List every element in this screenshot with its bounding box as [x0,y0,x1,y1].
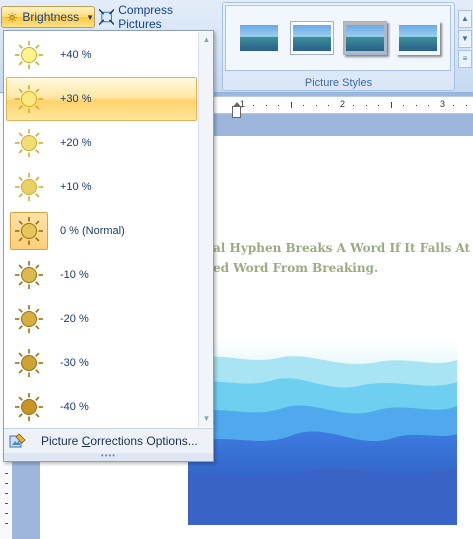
brightness-option[interactable]: 0 % (Normal) [6,209,197,253]
sun-icon-box [10,80,48,118]
gallery-scroll-buttons: ▲ ▼ ≡ [458,10,472,72]
sun-icon [15,305,43,333]
brightness-option-label: -20 % [60,313,89,325]
sun-icon [15,349,43,377]
sun-icon [15,217,43,245]
brightness-options-list: +40 % +30 % +20 % +10 % 0 % (Normal) -10 % -20… [4,31,197,427]
brightness-option[interactable]: -10 % [6,253,197,297]
ruler-number: 2 [340,99,346,109]
resize-grip-icon[interactable]: •••• [4,452,213,461]
brightness-option-label: +20 % [60,137,92,149]
gallery-down-icon[interactable]: ▼ [458,30,472,48]
menu-scrollbar[interactable]: ▲ ▼ [198,32,213,427]
sun-icon-box [10,256,48,294]
sun-icon [7,12,17,22]
sun-icon [15,85,43,113]
horizontal-ruler[interactable]: 1 2 3 [213,96,473,114]
gallery-up-icon[interactable]: ▲ [458,10,472,28]
sun-icon [15,393,43,421]
sun-icon-box [10,300,48,338]
brightness-option-label: +10 % [60,181,92,193]
brightness-option-label: -40 % [60,401,89,413]
document-text-line: al Hyphen Breaks A Word If It Falls At T… [213,241,473,255]
document-picture[interactable] [188,340,457,525]
mountain-picture-icon [188,340,457,525]
sun-icon-box [10,388,48,426]
sun-icon [15,173,43,201]
brightness-option[interactable]: +20 % [6,121,197,165]
compress-label: Compress Pictures [118,3,173,31]
brightness-option-label: +30 % [60,93,92,105]
sun-icon-box [10,212,48,250]
picture-corrections-label: Picture Corrections Options... [41,434,198,448]
brightness-label: Brightness [22,10,80,24]
brightness-option-label: +40 % [60,49,92,61]
picture-style-thumb[interactable] [396,21,440,55]
brightness-dropdown-menu: +40 % +30 % +20 % +10 % 0 % (Normal) -10 % -20… [3,30,214,462]
sun-icon [15,261,43,289]
scroll-down-icon[interactable]: ▼ [199,412,214,426]
compress-pictures-button[interactable]: Compress Pictures [97,3,215,31]
picture-styles-label: Picture Styles [304,77,373,89]
sun-icon-box [10,36,48,74]
brightness-option-label: 0 % (Normal) [60,225,125,237]
brightness-option-label: -10 % [60,269,89,281]
picture-corrections-icon [9,433,26,448]
brightness-option[interactable]: +40 % [6,33,197,77]
picture-styles-gallery [225,5,451,71]
picture-style-thumb[interactable] [237,21,281,55]
brightness-option[interactable]: +10 % [6,165,197,209]
brightness-option[interactable]: -30 % [6,341,197,385]
ruler-number: 3 [440,99,446,109]
brightness-option[interactable]: -20 % [6,297,197,341]
brightness-option[interactable]: -40 % [6,385,197,429]
brightness-button[interactable]: Brightness ▼ [1,6,95,28]
picture-style-thumb[interactable] [342,21,387,55]
picture-style-thumb[interactable] [289,21,334,55]
sun-icon-box [10,344,48,382]
picture-styles-group: Picture Styles [222,2,455,91]
indent-marker-box[interactable] [232,106,241,118]
picture-corrections-options-item[interactable]: Picture Corrections Options... [4,428,213,453]
sun-icon-box [10,168,48,206]
brightness-option[interactable]: +30 % [6,77,197,121]
scroll-up-icon[interactable]: ▲ [199,33,214,47]
sun-icon [15,129,43,157]
sun-icon-box [10,124,48,162]
gallery-more-icon[interactable]: ≡ [458,50,472,68]
compress-icon [99,9,115,25]
chevron-down-icon: ▼ [86,12,94,22]
sun-icon [15,41,43,69]
brightness-option-label: -30 % [60,357,89,369]
document-text-line: ed Word From Breaking. [213,261,379,275]
